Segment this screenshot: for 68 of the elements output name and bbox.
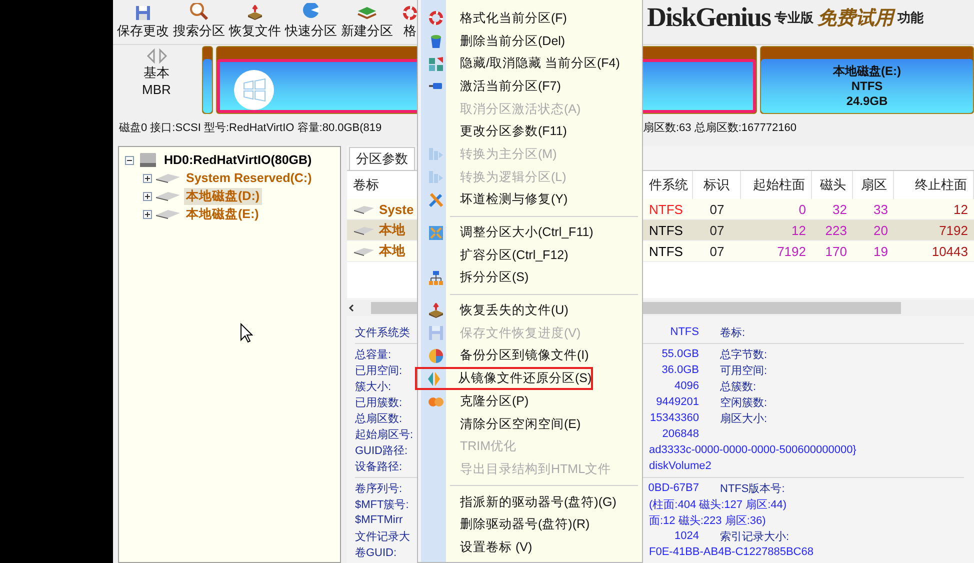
field-label: 总扇区数: <box>355 412 402 426</box>
field-value: NTFS <box>670 326 699 338</box>
table-cell: 7192 <box>939 222 968 238</box>
table-cell: NTFS <box>649 244 683 258</box>
partition-fs: NTFS <box>851 78 883 94</box>
feature-label: 功能 <box>898 8 924 26</box>
table-cell: 19 <box>874 244 888 258</box>
field-value: 1024 <box>674 530 699 542</box>
table-cell: 本地 <box>379 221 405 239</box>
field-label: 文件记录大 <box>355 530 410 544</box>
field-label: 空闲簇数: <box>720 396 768 410</box>
field-label: 设备路径: <box>355 460 402 474</box>
table-cell: NTFS <box>649 202 683 216</box>
logo-text: DiskGenius <box>647 2 771 33</box>
trial-label: 免费试用 <box>818 6 894 30</box>
field-value: 9449201 <box>656 396 699 408</box>
field-label: 可用空间: <box>720 364 768 378</box>
field-value: 4096 <box>674 380 699 392</box>
table-cell: 本地 <box>379 242 405 260</box>
field-value: ad3333c-0000-0000-0000-500600000000} <box>649 444 856 456</box>
field-label: 簇大小: <box>355 380 392 394</box>
field-value: diskVolume2 <box>649 460 712 472</box>
field-label: $MFTMirr <box>355 514 403 526</box>
field-label: 扇区大小: <box>720 412 768 426</box>
field-label: 卷序列号: <box>355 482 402 496</box>
table-cell: 12 <box>954 202 968 216</box>
field-label: 卷标: <box>720 326 746 340</box>
table-cell: 07 <box>710 202 724 216</box>
partition-size: 24.9GB <box>846 94 888 109</box>
table-cell: 223 <box>825 222 847 238</box>
table-cell: 32 <box>832 202 847 216</box>
field-label: 总簇数: <box>720 380 756 394</box>
sector-info: 扇区数:63 总扇区数:167772160 <box>643 120 796 135</box>
disk-type: 基本 <box>144 64 170 82</box>
field-value: 0BD-67B7 <box>648 482 699 494</box>
partition-name: 本地磁盘(E:) <box>833 64 901 79</box>
field-label: $MFT簇号: <box>355 498 409 512</box>
field-value: 55.0GB <box>662 348 699 360</box>
table-cell: Syste <box>379 202 414 216</box>
table-cell: 07 <box>710 222 724 238</box>
disk-info: 磁盘0 接口:SCSI 型号:RedHatVirtIO 容量:80.0GB(819 <box>119 120 382 135</box>
field-label: GUID路径: <box>355 444 408 458</box>
field-label: 起始扇区号: <box>355 428 414 442</box>
field-value: 206848 <box>662 428 699 440</box>
table-cell: 7192 <box>777 244 806 258</box>
table-cell: 10443 <box>932 244 968 258</box>
field-label: 文件系统类 <box>355 326 410 340</box>
field-label: 已用簇数: <box>355 396 402 410</box>
table-cell: 12 <box>792 222 806 238</box>
field-value: F0E-41BB-AB4B-C1227885BC68 <box>649 546 814 558</box>
table-cell: 170 <box>825 244 847 258</box>
field-label: 已用空间: <box>355 364 402 378</box>
table-cell: NTFS <box>649 222 683 238</box>
field-value: 面:12 磁头:223 扇区:36) <box>649 514 766 528</box>
field-value: (柱面:404 磁头:127 扇区:44) <box>649 498 787 512</box>
field-label: 卷GUID: <box>355 546 397 560</box>
table-cell: 20 <box>874 222 888 238</box>
field-label: 索引记录大小: <box>720 530 790 544</box>
field-value: 36.0GB <box>662 364 699 376</box>
table-cell: 33 <box>874 202 888 216</box>
field-label: NTFS版本号: <box>720 482 785 496</box>
field-label: 总字节数: <box>720 348 768 362</box>
table-cell: 0 <box>798 202 806 216</box>
partition-scheme: MBR <box>142 82 171 98</box>
edition-label: 专业版 <box>774 8 814 26</box>
table-cell: 07 <box>710 244 724 258</box>
field-label: 总容量: <box>355 348 392 362</box>
field-value: 15343360 <box>650 412 699 424</box>
